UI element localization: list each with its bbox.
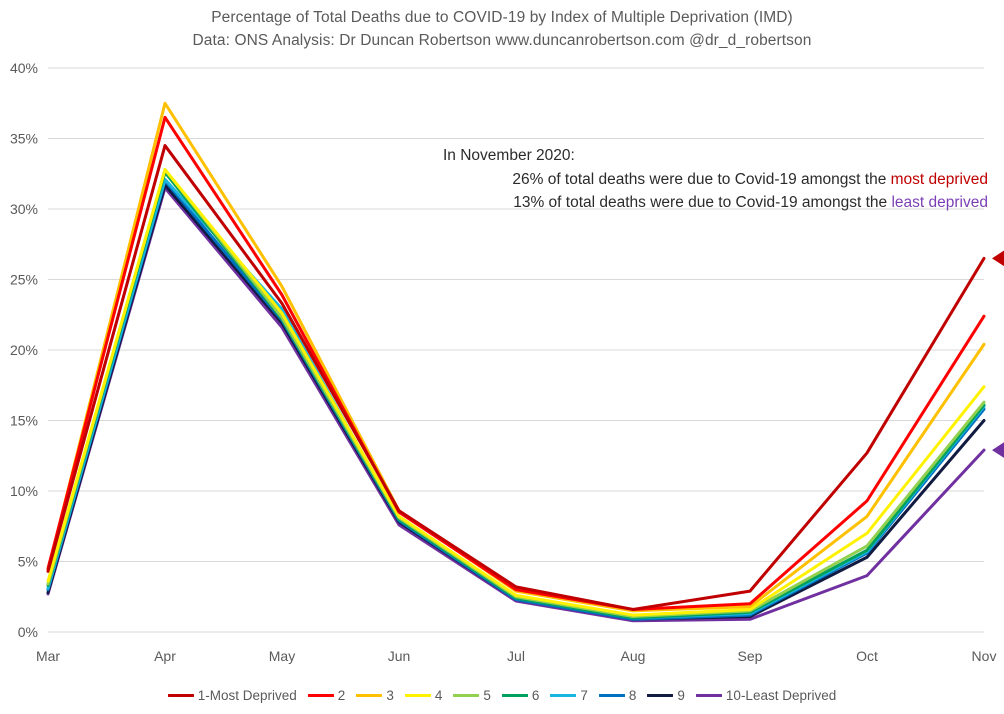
series-line [46, 177, 986, 620]
legend-item-label: 9 [677, 688, 685, 703]
legend-item-label: 5 [483, 688, 491, 703]
x-axis-tick-label: Jul [507, 648, 525, 664]
x-axis-tick-label: Nov [972, 648, 997, 664]
legend-item-label: 10-Least Deprived [725, 688, 837, 703]
x-axis-tick-label: Mar [36, 648, 60, 664]
legend-swatch-icon [404, 693, 431, 698]
y-axis-tick-label: 30% [10, 201, 38, 217]
legend-item[interactable]: 8 [598, 688, 637, 703]
series-line [46, 186, 986, 623]
legend-item[interactable]: 3 [356, 688, 394, 703]
y-axis-tick-label: 0% [18, 624, 38, 640]
legend-item[interactable]: 10-Least Deprived [695, 688, 837, 703]
legend-swatch-icon [501, 693, 528, 698]
series-line [46, 170, 986, 620]
y-axis-tick-label: 5% [18, 554, 38, 570]
y-axis-tick-label: 20% [10, 342, 38, 358]
series-line [46, 183, 986, 621]
legend-item[interactable]: 4 [404, 688, 443, 703]
x-axis-tick-label: Oct [856, 648, 878, 664]
legend-item-label: 3 [386, 688, 394, 703]
legend-swatch-icon [307, 693, 334, 698]
x-axis-tick-label: Sep [738, 648, 763, 664]
legend-item-label: 7 [580, 688, 588, 703]
chart-container: Percentage of Total Deaths due to COVID-… [0, 0, 1004, 714]
legend-item[interactable]: 6 [501, 688, 540, 703]
x-axis-tick-label: May [269, 648, 295, 664]
legend-item-label: 8 [628, 688, 637, 703]
y-axis-tick-label: 35% [10, 131, 38, 147]
line-chart-svg: 0% 5% 10% 15% 20% 25% 30% 35% 40% Mar Apr May Jun Jul… [10, 60, 1004, 664]
x-axis-tick-label: Apr [154, 648, 176, 664]
annotation-line-1: In November 2020: [443, 147, 575, 164]
series-line [46, 179, 986, 621]
legend-item[interactable]: 5 [453, 688, 491, 703]
legend-item[interactable]: 9 [647, 688, 685, 703]
annotation-line-3: 13% of total deaths were due to Covid-19… [443, 191, 988, 215]
legend-swatch-icon [695, 693, 722, 698]
annotation-most-deprived-emphasis: most deprived [890, 170, 988, 188]
y-axis-tick-label: 10% [10, 483, 38, 499]
legend-swatch-icon [598, 693, 625, 698]
chart-legend: 1-Most Deprived 2 3 4 5 6 7 8 9 10-Least Deprived [0, 688, 1004, 703]
legend-swatch-icon [647, 693, 674, 698]
legend-item[interactable]: 1-Most Deprived [167, 688, 297, 703]
legend-swatch-icon [453, 693, 480, 698]
legend-item[interactable]: 7 [550, 688, 588, 703]
legend-item-label: 2 [337, 688, 346, 703]
legend-swatch-icon [167, 693, 194, 698]
annotation-least-deprived-emphasis: least deprived [891, 194, 988, 211]
chart-annotation: In November 2020: 26% of total deaths we… [443, 144, 988, 215]
least-deprived-arrow [992, 442, 1004, 458]
legend-swatch-icon [356, 693, 383, 698]
legend-item-label: 1-Most Deprived [197, 688, 297, 703]
x-axis-tick-label: Aug [621, 648, 646, 664]
y-axis-tick-label: 40% [10, 60, 38, 76]
legend-item-label: 6 [531, 688, 540, 703]
x-axis-tick-label: Jun [388, 648, 411, 664]
y-axis-tick-label: 15% [10, 413, 38, 429]
most-deprived-arrow [992, 250, 1004, 267]
legend-item[interactable]: 2 [307, 688, 346, 703]
annotation-line-3-text: 13% of total deaths were due to Covid-19… [513, 194, 892, 211]
y-axis-tick-label: 25% [10, 272, 38, 288]
annotation-line-2-text: 26% of total deaths were due to Covid-19… [512, 170, 891, 188]
series-line [46, 168, 986, 617]
legend-item-label: 4 [434, 688, 443, 703]
annotation-line-2: 26% of total deaths were due to Covid-19… [443, 168, 988, 192]
legend-swatch-icon [550, 693, 577, 698]
